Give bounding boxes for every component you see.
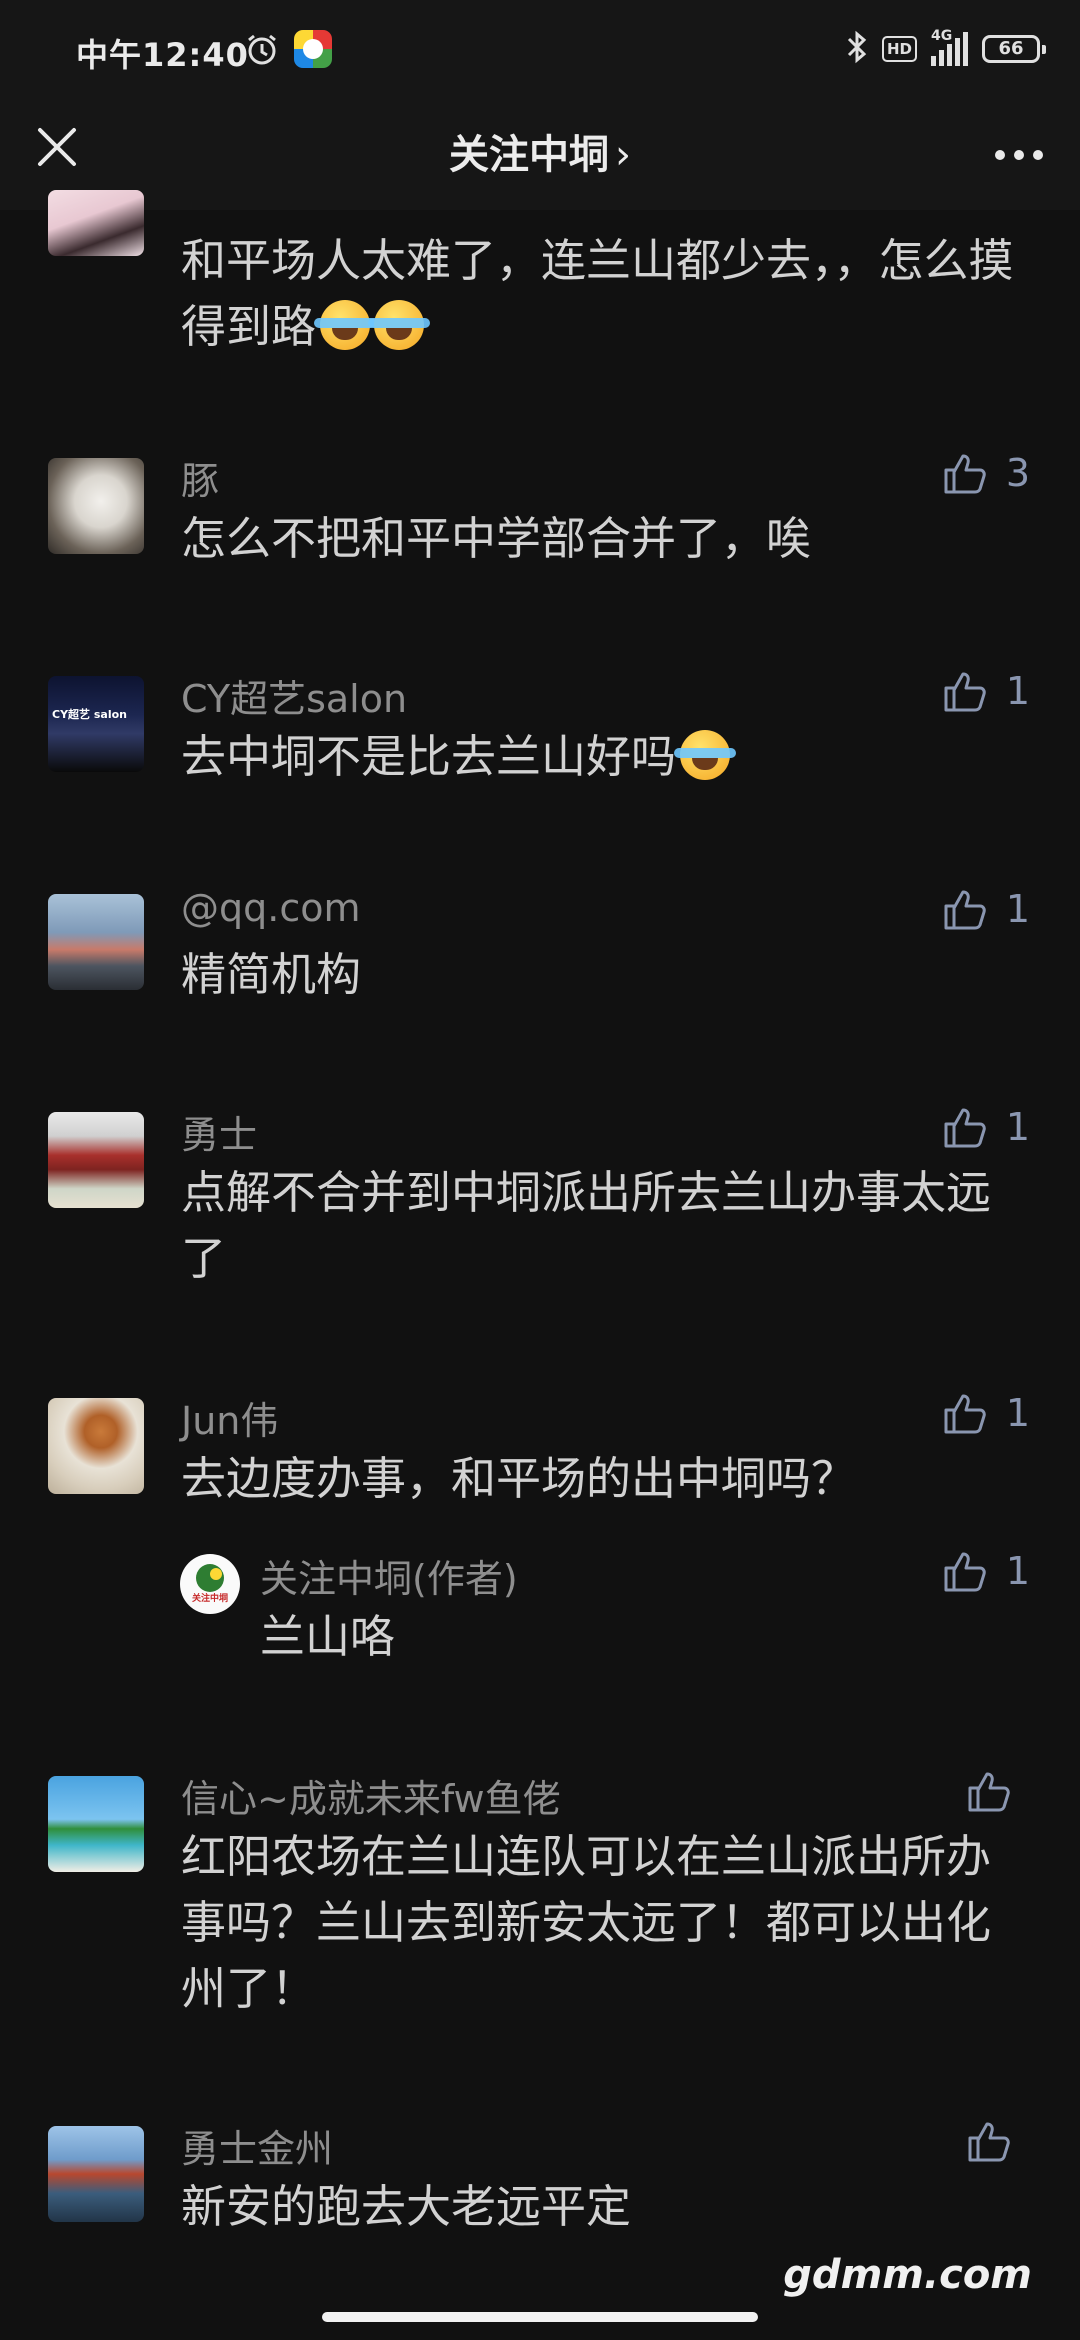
- signal-icon: 4G: [931, 28, 968, 66]
- comment-nickname[interactable]: CY超艺salon: [181, 668, 407, 723]
- thumbs-up-icon: [944, 1108, 986, 1148]
- like-button[interactable]: 1: [942, 1390, 1030, 1436]
- like-button[interactable]: 1: [942, 1548, 1030, 1594]
- thumbs-up-icon: [968, 2122, 1010, 2162]
- like-count: 1: [1005, 1549, 1030, 1593]
- status-bar: 中午12:40 HD 4G 66: [0, 0, 1080, 100]
- avatar[interactable]: [48, 190, 144, 256]
- more-icon-dot: [1033, 150, 1043, 160]
- comment-text: 和平场人太难了，连兰山都少去，，怎么摸得到路: [181, 234, 1014, 353]
- hd-icon: HD: [881, 36, 917, 62]
- more-button[interactable]: [984, 130, 1054, 180]
- like-count: 1: [1005, 1105, 1030, 1149]
- author-logo-icon: [196, 1564, 224, 1592]
- comment-text: 红阳农场在兰山连队可以在兰山派出所办事吗？兰山去到新安太远了！都可以出化州了！: [181, 1830, 992, 2015]
- like-count: 1: [1005, 669, 1030, 713]
- more-icon-dot: [1014, 150, 1024, 160]
- comment-nickname[interactable]: @qq.com: [181, 886, 360, 930]
- comment-text: 精简机构: [181, 948, 362, 1001]
- avatar[interactable]: CY超艺 salon: [48, 676, 144, 772]
- more-icon-dot: [995, 150, 1005, 160]
- battery-icon: 66: [982, 35, 1046, 63]
- page-title-text: 关注中垌: [449, 132, 609, 178]
- watermark: gdmm.com: [783, 2252, 1032, 2298]
- comment-text: 去边度办事，和平场的出中垌吗？: [181, 1452, 857, 1505]
- like-button[interactable]: 3: [942, 450, 1030, 496]
- avatar-sign-text: CY超艺 salon: [52, 708, 127, 721]
- chevron-right-icon: ›: [615, 132, 631, 178]
- like-button[interactable]: 1: [942, 886, 1030, 932]
- like-button[interactable]: [966, 1768, 1030, 1814]
- bluetooth-icon: [846, 30, 868, 68]
- avatar[interactable]: [48, 2126, 144, 2222]
- reply-text: 兰山咯: [260, 1610, 396, 1663]
- comment-text: 怎么不把和平中学部合并了，唉: [181, 512, 812, 565]
- laughing-emoji-icon: [368, 300, 431, 350]
- alarm-icon: [244, 32, 280, 72]
- status-time: 中午12:40: [76, 36, 249, 74]
- page-title[interactable]: 关注中垌 ›: [0, 122, 1080, 180]
- comment-text: 去中垌不是比去兰山好吗: [181, 724, 1031, 790]
- author-avatar-text: 关注中垌: [191, 1594, 228, 1604]
- laughing-emoji-icon: [674, 730, 737, 780]
- network-type: 4G: [931, 28, 953, 44]
- avatar[interactable]: [48, 1776, 144, 1872]
- thumbs-up-icon: [944, 1394, 986, 1434]
- thumbs-up-icon: [944, 672, 986, 712]
- comment-text: 新安的跑去大老远平定: [181, 2180, 632, 2233]
- like-count: 1: [1005, 887, 1030, 931]
- avatar[interactable]: [48, 458, 144, 554]
- comment-nickname[interactable]: 豚: [181, 450, 219, 505]
- thumbs-up-icon: [944, 890, 986, 930]
- like-button[interactable]: 1: [942, 668, 1030, 714]
- thumbs-up-icon: [944, 454, 986, 494]
- thumbs-up-icon: [968, 1772, 1010, 1812]
- comment-text: 点解不合并到中垌派出所去兰山办事太远了: [181, 1166, 992, 1285]
- like-count: 3: [1005, 451, 1030, 495]
- avatar[interactable]: [48, 1112, 144, 1208]
- comment-nickname[interactable]: 信心~成就未来fw鱼佬: [181, 1768, 561, 1823]
- like-button[interactable]: [966, 2118, 1030, 2164]
- home-indicator[interactable]: [322, 2312, 758, 2322]
- thumbs-up-icon: [944, 1552, 986, 1592]
- comment-nickname[interactable]: Jun伟: [181, 1390, 278, 1445]
- avatar[interactable]: [48, 1398, 144, 1494]
- author-avatar[interactable]: 关注中垌: [180, 1554, 240, 1614]
- comment-nickname[interactable]: 勇士: [181, 1104, 257, 1159]
- avatar[interactable]: [48, 894, 144, 990]
- nav-bar: 关注中垌 ›: [0, 100, 1080, 210]
- laughing-emoji-icon: [314, 300, 377, 350]
- reply-nickname[interactable]: 关注中垌(作者): [260, 1548, 518, 1603]
- like-button[interactable]: 1: [942, 1104, 1030, 1150]
- like-count: 1: [1005, 1391, 1030, 1435]
- comment-nickname[interactable]: 勇士金州: [181, 2118, 333, 2173]
- app-notification-icon: [294, 30, 332, 68]
- status-indicators: HD 4G 66: [846, 26, 1046, 72]
